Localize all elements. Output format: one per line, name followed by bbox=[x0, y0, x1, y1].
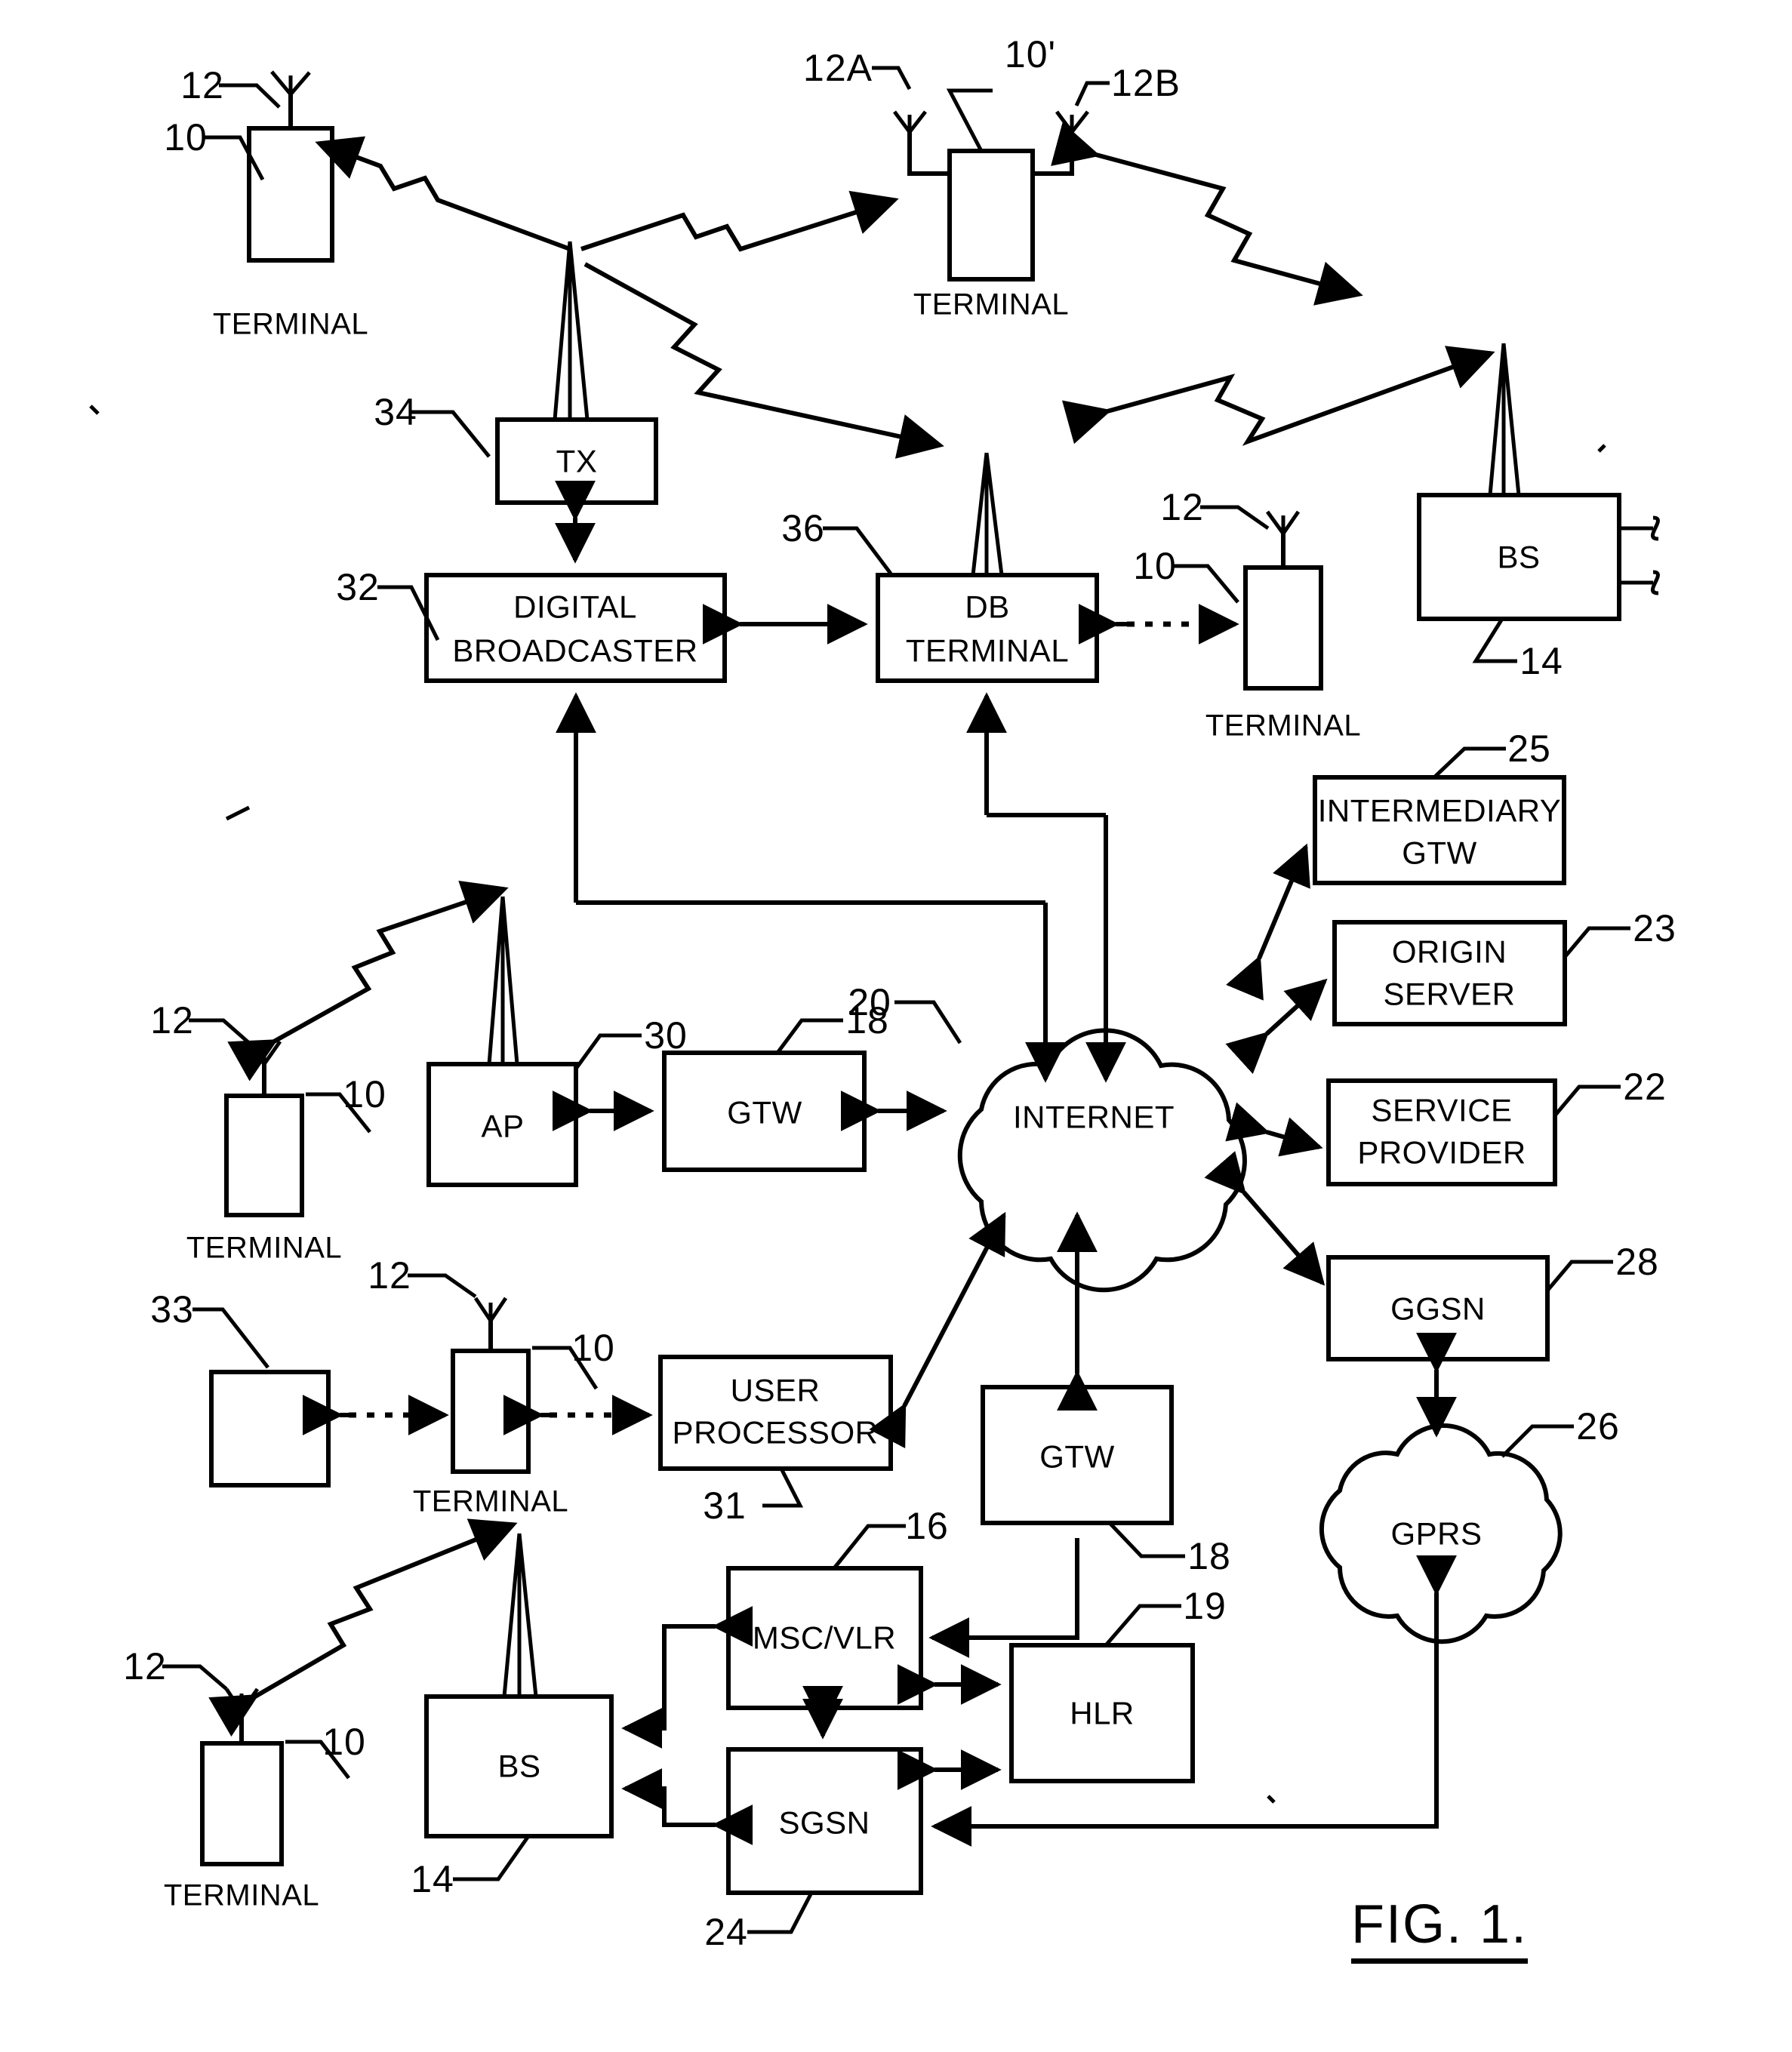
ref-22: 22 bbox=[1623, 1066, 1667, 1108]
ggsn-label: GGSN bbox=[1390, 1291, 1486, 1327]
ref-12-top-left: 12 bbox=[180, 64, 224, 106]
user-processor-label-line1: USER bbox=[730, 1372, 821, 1408]
ref-19: 19 bbox=[1183, 1585, 1227, 1627]
terminal-ap-left-label: TERMINAL bbox=[186, 1231, 343, 1265]
terminal-user-label: TERMINAL bbox=[412, 1484, 569, 1518]
terminal-mid-right-label: TERMINAL bbox=[1205, 709, 1362, 743]
ref-34: 34 bbox=[374, 391, 417, 433]
user-processor-label-line2: PROCESSOR bbox=[672, 1414, 879, 1451]
ref-23: 23 bbox=[1633, 907, 1677, 949]
internet-label: INTERNET bbox=[1013, 1099, 1175, 1135]
db-terminal-label-line2: TERMINAL bbox=[905, 632, 1070, 669]
ref-24: 24 bbox=[704, 1911, 748, 1953]
sgsn-label: SGSN bbox=[778, 1804, 870, 1841]
patent-figure-page: TERMINAL 12 10 TERMINAL 12A 10' 12B TX 3… bbox=[0, 0, 1792, 2052]
gprs-label: GPRS bbox=[1390, 1515, 1483, 1552]
ref-10-mid-right: 10 bbox=[1133, 545, 1177, 587]
ref-12-bottom-left: 12 bbox=[123, 1645, 167, 1687]
ref-28: 28 bbox=[1615, 1241, 1659, 1283]
ref-30: 30 bbox=[644, 1014, 688, 1057]
origin-server-label-line1: ORIGIN bbox=[1391, 934, 1507, 970]
access-point-label: AP bbox=[481, 1108, 525, 1144]
ref-16: 16 bbox=[905, 1505, 949, 1547]
ref-31: 31 bbox=[703, 1484, 747, 1527]
intermediary-gtw-label-line1: INTERMEDIARY bbox=[1317, 792, 1562, 829]
msc-vlr-label: MSC/VLR bbox=[752, 1620, 897, 1656]
tx-label: TX bbox=[556, 443, 598, 479]
ref-10-top-left: 10 bbox=[164, 116, 208, 158]
gtw-upper-label: GTW bbox=[727, 1094, 802, 1131]
origin-server-label-line2: SERVER bbox=[1383, 976, 1516, 1012]
ref-36: 36 bbox=[781, 507, 825, 549]
ref-12-user: 12 bbox=[368, 1254, 411, 1297]
terminal-bottom-left-label: TERMINAL bbox=[163, 1878, 320, 1912]
ref-14-top: 14 bbox=[1520, 640, 1563, 682]
service-provider-label-line2: PROVIDER bbox=[1357, 1134, 1526, 1171]
terminal-top-left-label: TERMINAL bbox=[212, 307, 369, 341]
ref-14-bottom: 14 bbox=[411, 1858, 454, 1900]
base-station-top-label: BS bbox=[1497, 539, 1541, 575]
digital-broadcaster-label-line2: BROADCASTER bbox=[452, 632, 698, 669]
ref-10-ap-left: 10 bbox=[343, 1073, 386, 1115]
digital-broadcaster-label-line1: DIGITAL bbox=[513, 589, 637, 625]
ref-26: 26 bbox=[1576, 1405, 1620, 1447]
ref-32: 32 bbox=[336, 566, 380, 608]
ref-12a: 12A bbox=[803, 47, 873, 89]
ref-10-bottom-left: 10 bbox=[322, 1721, 366, 1763]
ref-12b: 12B bbox=[1111, 62, 1181, 104]
ref-10-user: 10 bbox=[571, 1327, 615, 1369]
db-terminal-label-line1: DB bbox=[965, 589, 1010, 625]
figure-caption: FIG. 1. bbox=[1351, 1894, 1529, 1964]
gtw-lower-label: GTW bbox=[1039, 1438, 1115, 1475]
service-provider-label-line1: SERVICE bbox=[1371, 1092, 1513, 1128]
ref-10-prime: 10' bbox=[1004, 33, 1057, 75]
ref-33: 33 bbox=[150, 1288, 194, 1331]
base-station-bottom-label: BS bbox=[497, 1748, 541, 1784]
ref-25: 25 bbox=[1507, 728, 1551, 770]
ref-12-ap-left: 12 bbox=[150, 999, 194, 1041]
hlr-label: HLR bbox=[1070, 1695, 1135, 1731]
ref-18-upper: 18 bbox=[845, 999, 889, 1041]
ref-18-lower: 18 bbox=[1187, 1535, 1231, 1577]
ref-12-mid-right: 12 bbox=[1160, 486, 1204, 528]
terminal-top-center-label: TERMINAL bbox=[913, 288, 1070, 321]
intermediary-gtw-label-line2: GTW bbox=[1402, 835, 1477, 871]
